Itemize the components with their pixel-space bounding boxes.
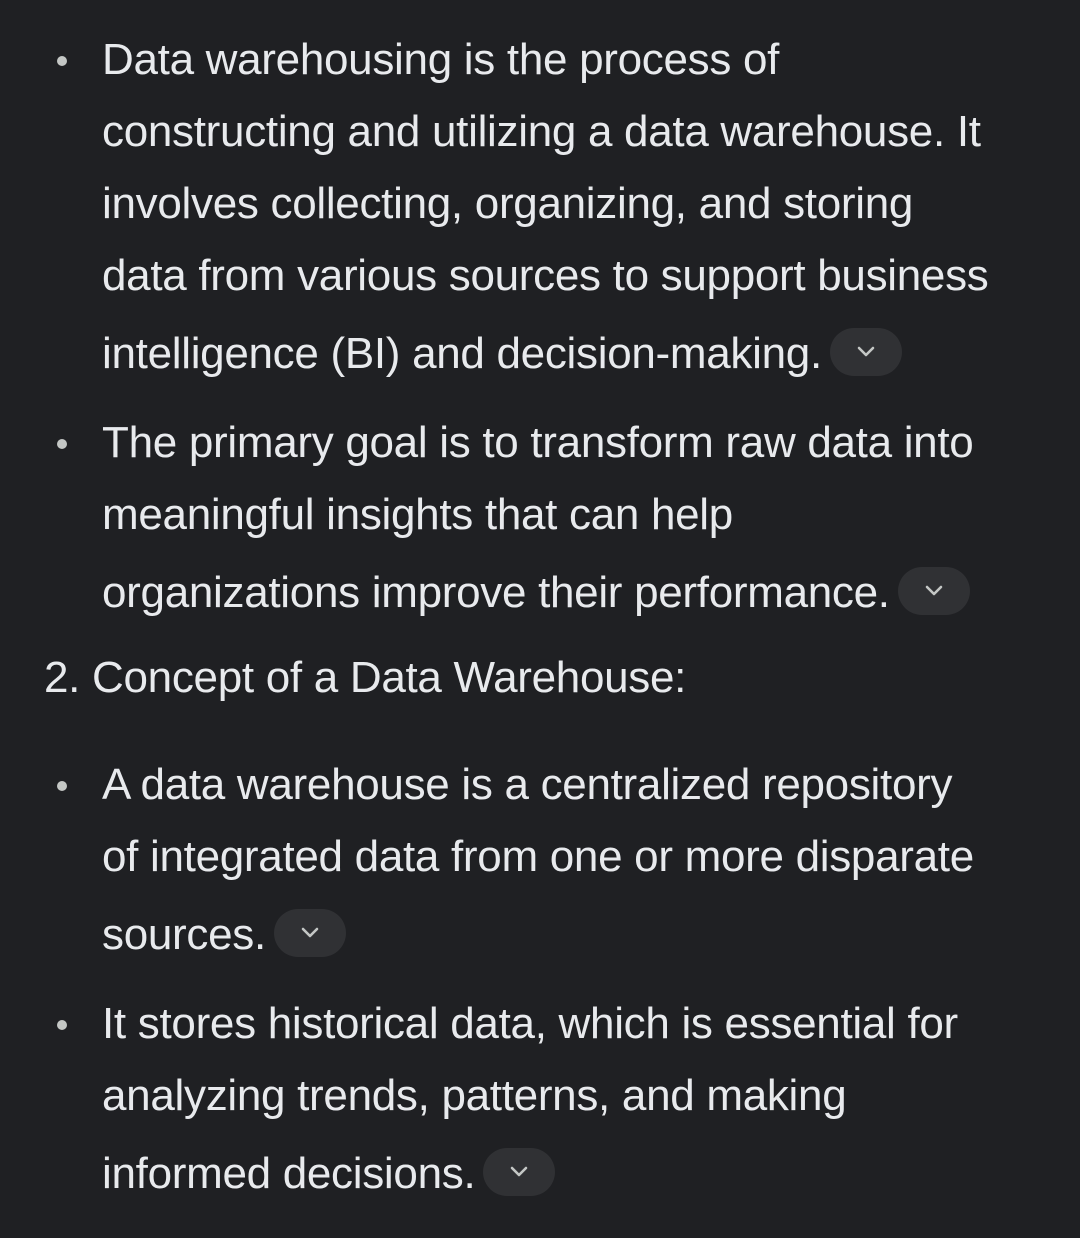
list-item-text: The primary goal is to transform raw dat… [102, 418, 974, 467]
list-item-text: informed decisions. [102, 1149, 476, 1198]
list-item-text: sources. [102, 910, 266, 959]
list-item-text: Data warehousing is the process of [102, 35, 780, 84]
bullet-marker [57, 1020, 67, 1030]
source-chip-button[interactable] [483, 1148, 556, 1197]
list-item-text: organizations improve their performance. [102, 568, 890, 617]
source-chip-button[interactable] [829, 328, 902, 377]
section-heading: 2. Concept of a Data Warehouse: [44, 653, 687, 702]
chevron-down-icon [857, 347, 875, 357]
bullet-marker [57, 439, 67, 449]
list-item-last-line: intelligence (BI) and decision-making. [102, 326, 902, 382]
list-item-text: A data warehouse is a centralized reposi… [102, 760, 953, 809]
source-chip-button[interactable] [897, 567, 970, 616]
bullet-marker [57, 781, 67, 791]
chevron-down-icon [301, 928, 319, 938]
list-item-text: intelligence (BI) and decision-making. [102, 329, 822, 378]
list-item-text: analyzing trends, patterns, and making [102, 1071, 847, 1120]
bullet-marker [57, 56, 67, 66]
list-item-text: constructing and utilizing a data wareho… [102, 107, 981, 156]
list-item-last-line: organizations improve their performance. [102, 565, 970, 621]
chevron-down-icon [511, 1167, 528, 1177]
list-item-last-line: informed decisions. [102, 1146, 556, 1202]
list-item-text: of integrated data from one or more disp… [102, 832, 974, 881]
source-chip-button[interactable] [273, 909, 346, 958]
list-item-text: involves collecting, organizing, and sto… [102, 179, 914, 228]
list-item-text: meaningful insights that can help [102, 490, 733, 539]
chevron-down-icon [925, 586, 943, 596]
list-item-text: data from various sources to support bus… [102, 251, 989, 300]
list-item-last-line: sources. [102, 907, 346, 963]
list-item-text: It stores historical data, which is esse… [102, 999, 958, 1048]
